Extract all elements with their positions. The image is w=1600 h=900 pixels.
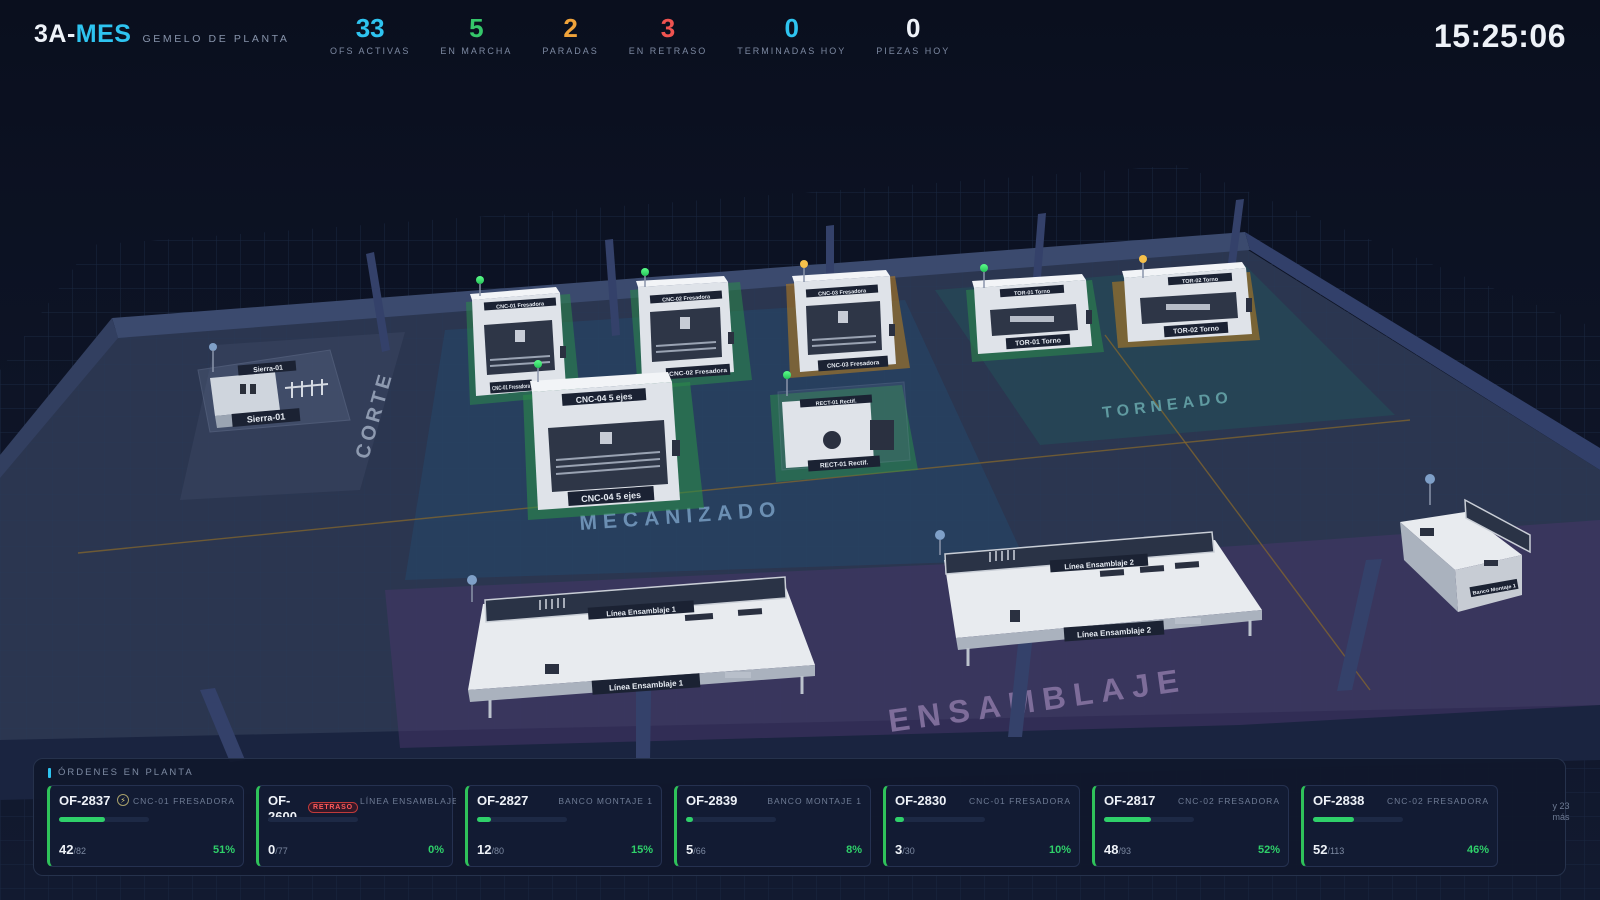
order-id: OF-2830 [895, 793, 947, 808]
progress-fill [477, 817, 491, 822]
order-total: /30 [902, 846, 915, 856]
kpi-value: 33 [355, 13, 385, 43]
clock: 15:25:06 [1433, 18, 1566, 54]
brand-subtitle: GEMELO DE PLANTA [142, 33, 290, 45]
order-total: /77 [275, 846, 288, 856]
progress-bar [477, 817, 567, 822]
order-percent: 8% [846, 844, 862, 856]
order-id: OF-2817 [1104, 793, 1156, 808]
order-card[interactable]: OF-2600RETRASOLÍNEA ENSAMBLAJE 10/770% [256, 785, 456, 867]
order-machine: CNC-02 FRESADORA [1178, 796, 1280, 806]
more-orders-indicator[interactable]: y 23 más [1546, 801, 1576, 823]
machine-cnc-03[interactable]: CNC-03 Fresadora CNC-03 Fresadora [786, 260, 910, 378]
progress-bar [59, 817, 149, 822]
machine-cnc-04[interactable]: CNC-04 5 ejes CNC-04 5 ejes [523, 360, 704, 520]
kpi-value: 3 [660, 13, 676, 43]
order-count: 3/30 [895, 842, 915, 857]
order-count: 12/80 [477, 842, 504, 857]
order-percent: 51% [212, 844, 235, 856]
progress-fill [1104, 817, 1151, 822]
kpi-label: PIEZAS HOY [876, 46, 951, 56]
order-id: OF-2838 [1313, 793, 1365, 808]
brand: 3A- MES GEMELO DE PLANTA [34, 20, 290, 49]
order-percent: 15% [630, 844, 653, 856]
bolt-icon: ⚡ [117, 794, 129, 806]
progress-fill [1313, 817, 1355, 822]
kpi-label: TERMINADAS HOY [737, 46, 847, 56]
kpi-label: PARADAS [542, 46, 599, 56]
section-marker [48, 767, 51, 778]
more-count: y 23 [1552, 801, 1570, 811]
order-card[interactable]: OF-2838 CNC-02 FRESADORA 52/113 46% [1301, 785, 1498, 867]
progress-fill [895, 817, 904, 822]
orders-panel-header: ÓRDENES EN PLANTA [48, 767, 194, 778]
kpi-stat[interactable]: 0 TERMINADAS HOY [737, 12, 846, 56]
brand-accent: MES [75, 20, 132, 48]
order-cards: OF-2837⚡CNC-01 FRESADORA42/8251%OF-2600R… [47, 785, 1510, 867]
order-total: /82 [73, 846, 86, 856]
top-bar: 3A- MES GEMELO DE PLANTA 33 OFS ACTIVAS 5 E… [0, 0, 1600, 80]
progress-bar [1313, 817, 1403, 822]
order-machine: CNC-01 FRESADORA [969, 796, 1071, 806]
order-percent: 52% [1257, 844, 1280, 856]
order-done: 42 [59, 842, 74, 857]
order-count: 0/77 [268, 842, 288, 857]
kpi-stat[interactable]: 2 PARADAS [542, 12, 598, 56]
order-count: 42/82 [59, 842, 86, 857]
order-card[interactable]: OF-2817 CNC-02 FRESADORA 48/93 52% [1092, 785, 1289, 867]
kpi-stat[interactable]: 5 EN MARCHA [440, 12, 512, 56]
order-done: 52 [1313, 842, 1328, 857]
status-badge: RETRASO [308, 802, 358, 813]
kpi-value: 2 [563, 13, 578, 43]
kpi-stat[interactable]: 0 PIEZAS HOY [876, 12, 950, 56]
order-total: /66 [693, 846, 706, 856]
kpi-label: OFS ACTIVAS [330, 46, 411, 56]
order-percent: 0% [428, 844, 444, 856]
kpi-label: EN RETRASO [628, 46, 708, 56]
machine-cnc-02[interactable]: CNC-02 Fresadora CNC-02 Fresadora [630, 268, 752, 390]
brand-prefix: 3A- [34, 20, 76, 48]
order-total: /113 [1327, 846, 1345, 856]
order-count: 5/66 [686, 842, 706, 857]
kpi-strip: 33 OFS ACTIVAS 5 EN MARCHA 2 PARADAS 3 EN RETRA… [330, 12, 980, 56]
order-percent: 46% [1466, 844, 1489, 856]
order-card[interactable]: OF-2830 CNC-01 FRESADORA 3/30 10% [883, 785, 1080, 867]
order-card[interactable]: OF-2827 BANCO MONTAJE 1 12/80 15% [465, 785, 662, 867]
orders-panel: ÓRDENES EN PLANTA OF-2837 ⚡ CNC-01 FRESADO… [33, 758, 1570, 876]
more-word: más [1552, 812, 1570, 822]
progress-bar [895, 817, 985, 822]
orders-panel-title: ÓRDENES EN PLANTA [58, 767, 194, 778]
order-card[interactable]: OF-2839 BANCO MONTAJE 1 5/66 8% [674, 785, 871, 867]
order-id: OF-2827 [477, 793, 529, 808]
order-machine: BANCO MONTAJE 1 [767, 796, 862, 806]
progress-bar [268, 817, 358, 822]
order-machine: CNC-02 FRESADORA [1387, 796, 1489, 806]
progress-fill [686, 817, 694, 822]
progress-bar [1104, 817, 1194, 822]
order-total: /93 [1118, 846, 1131, 856]
order-card[interactable]: OF-2837 ⚡ CNC-01 FRESADORA 42/82 51% [47, 785, 244, 867]
progress-bar [686, 817, 776, 822]
kpi-value: 0 [784, 13, 799, 43]
order-id: OF-2839 [686, 793, 738, 808]
order-machine: LÍNEA ENSAMBLAJE 1 [360, 796, 456, 806]
kpi-stat[interactable]: 3 EN RETRASO [629, 12, 708, 56]
order-machine: CNC-01 FRESADORA [133, 796, 235, 806]
order-machine: BANCO MONTAJE 1 [558, 796, 653, 806]
order-done: 12 [477, 842, 492, 857]
order-count: 52/113 [1313, 842, 1344, 857]
order-count: 48/93 [1104, 842, 1131, 857]
kpi-label: EN MARCHA [440, 46, 513, 56]
kpi-stat[interactable]: 33 OFS ACTIVAS [330, 12, 410, 56]
order-percent: 10% [1048, 844, 1071, 856]
order-total: /80 [491, 846, 504, 856]
kpi-value: 0 [906, 13, 921, 43]
order-done: 48 [1104, 842, 1119, 857]
kpi-value: 5 [469, 13, 484, 43]
progress-fill [59, 817, 105, 822]
